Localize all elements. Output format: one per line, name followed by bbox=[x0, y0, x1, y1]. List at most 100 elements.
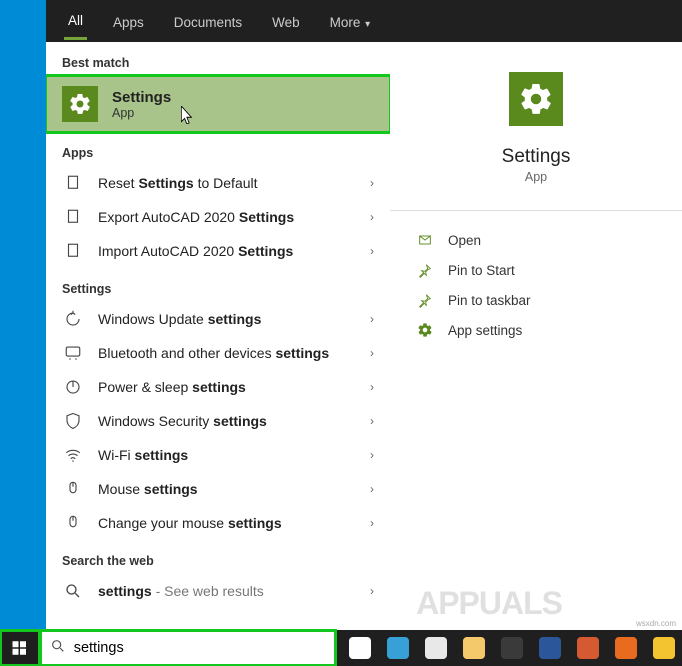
chevron-right-icon: › bbox=[370, 210, 374, 224]
gear-icon bbox=[509, 72, 563, 126]
chevron-right-icon: › bbox=[370, 448, 374, 462]
section-label-web: Search the web bbox=[46, 540, 390, 574]
chevron-right-icon: › bbox=[370, 380, 374, 394]
chevron-right-icon: › bbox=[370, 414, 374, 428]
wifi-icon bbox=[62, 446, 84, 464]
search-results-panel: All Apps Documents Web More ▾ Best match… bbox=[46, 0, 682, 630]
result-label: Import AutoCAD 2020 Settings bbox=[98, 243, 356, 259]
results-left-column: Best match Settings App Apps Reset Setti… bbox=[46, 42, 390, 630]
result-row[interactable]: Windows Security settings › bbox=[46, 404, 390, 438]
preview-title: Settings bbox=[502, 146, 571, 168]
result-row[interactable]: Power & sleep settings › bbox=[46, 370, 390, 404]
edge-icon bbox=[387, 637, 409, 659]
result-row[interactable]: Bluetooth and other devices settings › bbox=[46, 336, 390, 370]
snip-icon bbox=[577, 637, 599, 659]
result-label: Wi-Fi settings bbox=[98, 447, 356, 463]
result-label: Change your mouse settings bbox=[98, 515, 356, 531]
windows-icon bbox=[11, 639, 29, 657]
result-row[interactable]: Mouse settings › bbox=[46, 472, 390, 506]
section-label-apps: Apps bbox=[46, 132, 390, 166]
taskbar-app-snip[interactable] bbox=[570, 630, 606, 666]
result-label: Windows Update settings bbox=[98, 311, 356, 327]
taskbar-app-app1[interactable] bbox=[608, 630, 644, 666]
action-pin-start[interactable]: Pin to Start bbox=[412, 255, 660, 285]
power-icon bbox=[62, 378, 84, 396]
calculator-icon bbox=[539, 637, 561, 659]
taskbar-app-store[interactable] bbox=[494, 630, 530, 666]
start-button[interactable] bbox=[0, 630, 40, 666]
result-label: Mouse settings bbox=[98, 481, 356, 497]
tab-web[interactable]: Web bbox=[268, 4, 304, 39]
taskbar-pinned-apps bbox=[336, 630, 682, 666]
chevron-down-icon: ▾ bbox=[362, 19, 370, 30]
preview-subtitle: App bbox=[525, 170, 547, 184]
result-row[interactable]: Windows Update settings › bbox=[46, 302, 390, 336]
chevron-right-icon: › bbox=[370, 312, 374, 326]
gear-icon bbox=[62, 86, 98, 122]
pin-icon bbox=[416, 292, 434, 308]
cursor-icon bbox=[181, 106, 195, 124]
search-icon bbox=[50, 638, 66, 659]
taskbar-app-cortana[interactable] bbox=[342, 630, 378, 666]
result-row[interactable]: Change your mouse settings › bbox=[46, 506, 390, 540]
taskbar-app-file-explorer[interactable] bbox=[456, 630, 492, 666]
result-row[interactable]: Wi-Fi settings › bbox=[46, 438, 390, 472]
section-label-best-match: Best match bbox=[46, 42, 390, 76]
reset-icon bbox=[62, 174, 84, 192]
result-row[interactable]: Export AutoCAD 2020 Settings › bbox=[46, 200, 390, 234]
gear-icon bbox=[416, 322, 434, 338]
chevron-right-icon: › bbox=[370, 244, 374, 258]
taskbar bbox=[0, 630, 682, 666]
action-open[interactable]: Open bbox=[412, 225, 660, 255]
taskbar-app-app2[interactable] bbox=[646, 630, 682, 666]
import-icon bbox=[62, 242, 84, 260]
mouse-icon bbox=[62, 480, 84, 498]
pin-icon bbox=[416, 262, 434, 278]
file-explorer-icon bbox=[463, 637, 485, 659]
search-icon bbox=[62, 582, 84, 600]
search-input[interactable] bbox=[74, 640, 326, 656]
store-icon bbox=[501, 637, 523, 659]
export-icon bbox=[62, 208, 84, 226]
chevron-right-icon: › bbox=[370, 516, 374, 530]
chrome-icon bbox=[425, 637, 447, 659]
result-row[interactable]: Reset Settings to Default › bbox=[46, 166, 390, 200]
tab-documents[interactable]: Documents bbox=[170, 4, 246, 39]
tab-all[interactable]: All bbox=[64, 2, 87, 40]
result-row[interactable]: settings - See web results › bbox=[46, 574, 390, 608]
taskbar-app-chrome[interactable] bbox=[418, 630, 454, 666]
chevron-right-icon: › bbox=[370, 584, 374, 598]
taskbar-app-edge[interactable] bbox=[380, 630, 416, 666]
taskbar-search-box[interactable] bbox=[40, 630, 336, 666]
bluetooth-icon bbox=[62, 344, 84, 362]
cortana-icon bbox=[349, 637, 371, 659]
divider bbox=[390, 210, 682, 211]
shield-icon bbox=[62, 412, 84, 430]
action-pin-taskbar[interactable]: Pin to taskbar bbox=[412, 285, 660, 315]
chevron-right-icon: › bbox=[370, 176, 374, 190]
best-match-title: Settings bbox=[112, 89, 171, 106]
update-icon bbox=[62, 310, 84, 328]
tab-more[interactable]: More ▾ bbox=[326, 4, 375, 39]
result-label: Reset Settings to Default bbox=[98, 175, 356, 191]
best-match-settings[interactable]: Settings App bbox=[46, 76, 390, 132]
open-icon bbox=[416, 232, 434, 248]
taskbar-app-calculator[interactable] bbox=[532, 630, 568, 666]
watermark-small: wsxdn.com bbox=[636, 619, 676, 628]
result-label: Bluetooth and other devices settings bbox=[98, 345, 356, 361]
result-row[interactable]: Import AutoCAD 2020 Settings › bbox=[46, 234, 390, 268]
section-label-settings: Settings bbox=[46, 268, 390, 302]
preview-pane: Settings App Open Pin to Start Pin to ta… bbox=[390, 42, 682, 630]
result-label: Power & sleep settings bbox=[98, 379, 356, 395]
result-label: Windows Security settings bbox=[98, 413, 356, 429]
app2-icon bbox=[653, 637, 675, 659]
result-label: Export AutoCAD 2020 Settings bbox=[98, 209, 356, 225]
best-match-subtitle: App bbox=[112, 106, 171, 120]
result-label: settings - See web results bbox=[98, 583, 356, 599]
chevron-right-icon: › bbox=[370, 482, 374, 496]
action-app-settings[interactable]: App settings bbox=[412, 315, 660, 345]
tab-apps[interactable]: Apps bbox=[109, 4, 148, 39]
search-tabs: All Apps Documents Web More ▾ bbox=[46, 0, 682, 42]
chevron-right-icon: › bbox=[370, 346, 374, 360]
app1-icon bbox=[615, 637, 637, 659]
